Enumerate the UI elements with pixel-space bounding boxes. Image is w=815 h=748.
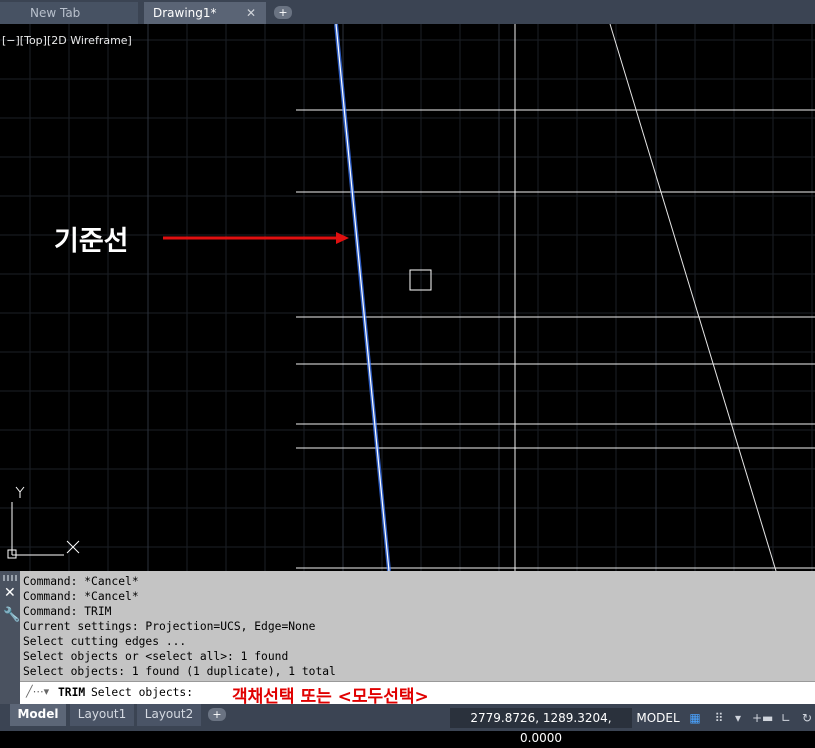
close-icon[interactable]: ✕ <box>4 585 16 601</box>
command-prompt-icon[interactable]: ╱⋯▾ <box>26 685 49 698</box>
add-layout-button[interactable]: + <box>208 708 226 721</box>
snap-icon[interactable]: ⠿ <box>708 710 730 726</box>
polar-icon[interactable]: ∟ <box>778 710 794 726</box>
history-line: Select objects or <select all>: 1 found <box>23 650 289 663</box>
history-line: Select objects: 1 found (1 duplicate), 1… <box>23 665 336 678</box>
history-line: Select cutting edges ... <box>23 635 187 648</box>
annotation-arrow <box>163 232 349 244</box>
coordinate-readout[interactable]: 2779.8726, 1289.3204, 0.0000 <box>450 708 632 745</box>
drawing-lines <box>296 24 815 571</box>
drawing-viewport[interactable]: [−][Top][2D Wireframe] 기준선 <box>0 24 815 571</box>
history-line: Current settings: Projection=UCS, Edge=N… <box>23 620 316 633</box>
layout-tab-layout2[interactable]: Layout2 <box>137 704 201 726</box>
command-panel-handle[interactable]: ✕ 🔧 <box>0 571 20 704</box>
model-space-button[interactable]: MODEL <box>634 708 682 728</box>
layout-tab-model[interactable]: Model <box>10 704 66 726</box>
annotation-label: 기준선 <box>54 226 129 257</box>
command-history: Command: *Cancel* Command: *Cancel* Comman… <box>23 574 336 679</box>
tab-label: New Tab <box>30 6 81 20</box>
tab-label: Drawing1* <box>153 6 217 20</box>
tab-drawing1[interactable]: Drawing1* ✕ <box>144 2 266 24</box>
selected-reference-line <box>334 24 391 571</box>
grip-icon[interactable] <box>3 575 17 581</box>
history-line: Command: *Cancel* <box>23 575 139 588</box>
layout-tab-layout1[interactable]: Layout1 <box>70 704 134 726</box>
wrench-icon[interactable]: 🔧 <box>3 607 20 623</box>
command-prompt-text: Select objects: <box>91 686 194 699</box>
status-bar: Model Layout1 Layout2 + 2779.8726, 1289.… <box>0 704 815 745</box>
command-line-panel: ✕ 🔧 Command: *Cancel* Command: *Cancel* Co… <box>0 571 815 707</box>
active-command-name: TRIM <box>58 686 86 699</box>
dropdown-icon[interactable]: ▾ <box>732 710 744 726</box>
close-icon[interactable]: ✕ <box>246 2 256 24</box>
command-input[interactable]: ╱⋯▾ TRIM Select objects: 객채선택 또는 <모두선택> <box>20 681 815 707</box>
tab-new-tab[interactable]: New Tab <box>0 2 138 24</box>
grid-major <box>147 24 657 571</box>
viewport-controls-label[interactable]: [−][Top][2D Wireframe] <box>2 34 132 47</box>
history-line: Command: *Cancel* <box>23 590 139 603</box>
osnap-icon[interactable]: ↻ <box>800 710 814 726</box>
new-tab-button[interactable]: + <box>274 6 292 19</box>
file-tab-bar: New Tab Drawing1* ✕ + <box>0 0 815 24</box>
history-line: Command: TRIM <box>23 605 112 618</box>
ortho-icon[interactable]: +▬ <box>752 710 773 726</box>
drawing-canvas[interactable] <box>0 24 815 571</box>
grid-icon[interactable]: ▦ <box>686 710 704 726</box>
